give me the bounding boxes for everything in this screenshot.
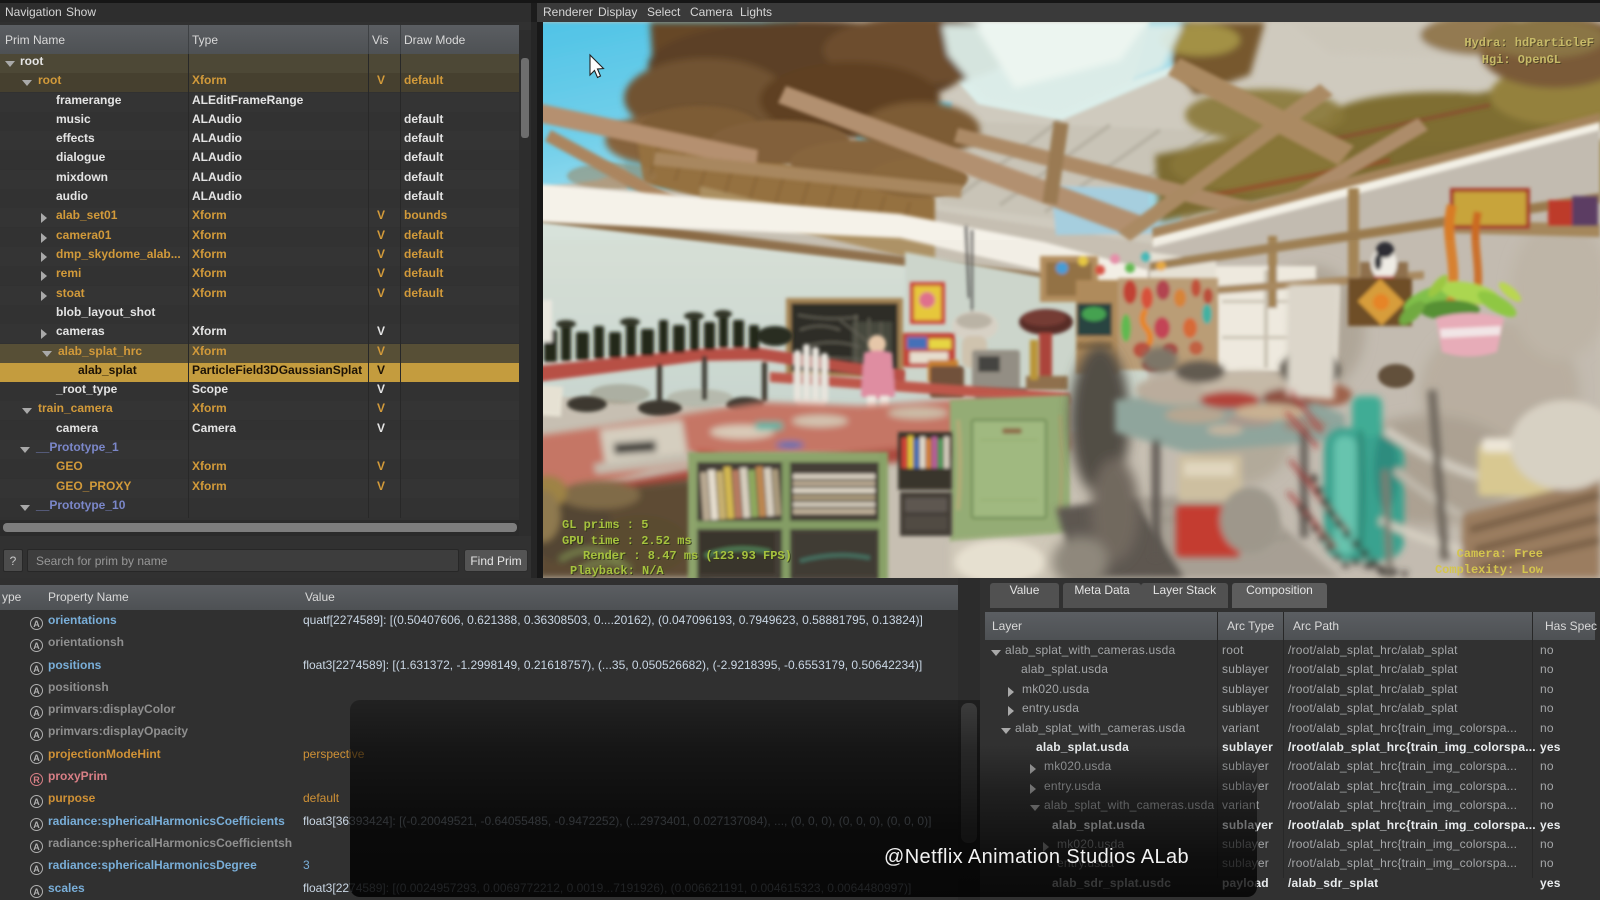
svg-text:GPU time : 2.52 ms: GPU time : 2.52 ms xyxy=(562,534,692,548)
svg-text:GL prims : 5: GL prims : 5 xyxy=(562,518,648,532)
svg-text:Hydra: hdParticleF: Hydra: hdParticleF xyxy=(1464,36,1594,50)
svg-text:Camera: Free: Camera: Free xyxy=(1457,547,1543,561)
svg-text:Hgi: OpenGL: Hgi: OpenGL xyxy=(1482,53,1561,67)
svg-text:Playback: N/A: Playback: N/A xyxy=(570,564,664,578)
svg-text:Complexity: Low: Complexity: Low xyxy=(1435,563,1544,577)
svg-text:Render : 8.47 ms (123.93 FPS): Render : 8.47 ms (123.93 FPS) xyxy=(583,549,792,563)
